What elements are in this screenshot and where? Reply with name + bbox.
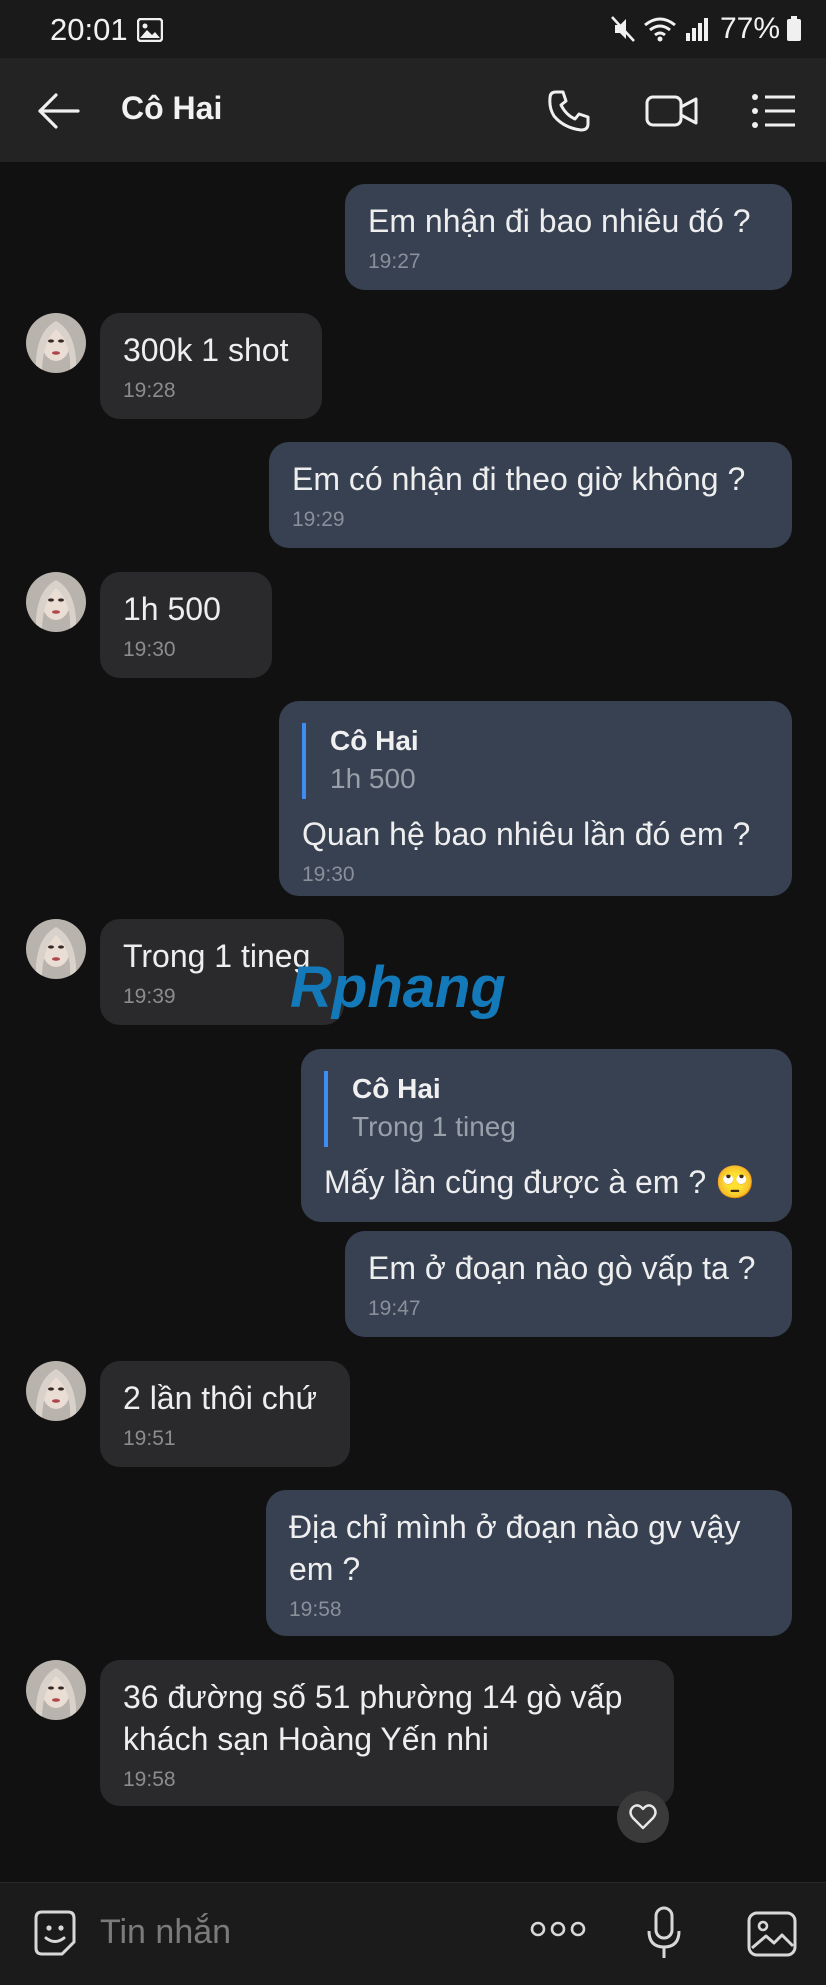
message-time: 19:51: [123, 1427, 176, 1450]
avatar[interactable]: [26, 572, 86, 632]
quoted-sender: Cô Hai: [352, 1073, 441, 1104]
message-time: 19:28: [123, 379, 176, 402]
message-input-bar: Tin nhắn: [0, 1882, 826, 1985]
chat-header: Cô Hai: [0, 58, 826, 162]
quoted-text: Trong 1 tineg: [352, 1111, 516, 1142]
message-time: 19:30: [123, 638, 176, 661]
status-time: 20:01: [50, 12, 128, 47]
status-icons: 77%: [610, 12, 802, 46]
avatar[interactable]: [26, 1361, 86, 1421]
watermark-text: Rphang: [290, 955, 506, 1020]
heart-reaction-button[interactable]: [617, 1791, 669, 1843]
emoji-sticker-icon[interactable]: [30, 1908, 80, 1958]
message-text-content: Mấy lần cũng được à em ?: [324, 1164, 707, 1200]
quoted-sender: Cô Hai: [330, 725, 419, 756]
message-text: 36 đường số 51 phường 14 gò vấp khách sạ…: [123, 1679, 623, 1757]
microphone-icon[interactable]: [646, 1905, 682, 1961]
back-arrow-icon[interactable]: [34, 88, 84, 134]
message-time: 19:58: [123, 1768, 176, 1791]
message-bubble-outgoing-reply[interactable]: Cô Hai Trong 1 tineg Mấy lần cũng được à…: [301, 1049, 792, 1222]
message-time: 19:47: [368, 1297, 421, 1320]
avatar-image: [26, 1660, 86, 1720]
eye-roll-emoji: 🙄: [715, 1164, 755, 1200]
message-bubble-outgoing-reply[interactable]: Cô Hai 1h 500 Quan hệ bao nhiêu lần đó e…: [279, 701, 792, 896]
avatar-image: [26, 919, 86, 979]
message-bubble-incoming[interactable]: 1h 500 19:30: [100, 572, 272, 678]
watermark-logo: Rphang: [290, 955, 506, 1020]
message-text: 2 lần thôi chứ: [123, 1380, 317, 1416]
voice-call-button[interactable]: [545, 88, 593, 134]
signal-icon: [685, 18, 708, 41]
video-camera-icon: [645, 95, 698, 127]
message-text: Em nhận đi bao nhiêu đó ?: [368, 203, 751, 239]
quoted-message[interactable]: Cô Hai 1h 500: [302, 723, 769, 799]
message-bubble-outgoing[interactable]: Em có nhận đi theo giờ không ? 19:29: [269, 442, 792, 548]
message-bubble-incoming[interactable]: 2 lần thôi chứ 19:51: [100, 1361, 350, 1467]
battery-icon: [787, 16, 801, 41]
menu-button[interactable]: [750, 88, 798, 134]
message-bubble-incoming[interactable]: 36 đường số 51 phường 14 gò vấp khách sạ…: [100, 1660, 674, 1806]
avatar-image: [26, 313, 86, 373]
message-text: Địa chỉ mình ở đoạn nào gv vậy em ?: [289, 1509, 741, 1587]
message-time: 19:27: [368, 250, 421, 273]
phone-icon: [548, 90, 590, 132]
video-call-button[interactable]: [644, 88, 700, 134]
avatar-image: [26, 1361, 86, 1421]
message-bubble-outgoing[interactable]: Em ở đoạn nào gò vấp ta ? 19:47: [345, 1231, 792, 1337]
heart-icon: [629, 1804, 657, 1830]
message-text: 1h 500: [123, 591, 221, 627]
message-bubble-incoming[interactable]: 300k 1 shot 19:28: [100, 313, 322, 419]
status-bar: 20:01 77%: [0, 0, 826, 58]
message-text: Em có nhận đi theo giờ không ?: [292, 461, 746, 497]
quoted-message[interactable]: Cô Hai Trong 1 tineg: [324, 1071, 769, 1147]
message-text: Em ở đoạn nào gò vấp ta ?: [368, 1250, 756, 1286]
avatar-image: [26, 572, 86, 632]
message-bubble-outgoing[interactable]: Địa chỉ mình ở đoạn nào gv vậy em ? 19:5…: [266, 1490, 792, 1636]
image-notification-icon: [137, 18, 163, 42]
avatar[interactable]: [26, 1660, 86, 1720]
avatar[interactable]: [26, 313, 86, 373]
message-text: 300k 1 shot: [123, 332, 289, 368]
message-bubble-outgoing[interactable]: Em nhận đi bao nhiêu đó ? 19:27: [345, 184, 792, 290]
message-input[interactable]: Tin nhắn: [100, 1913, 231, 1952]
list-menu-icon: [752, 94, 795, 128]
quoted-text: 1h 500: [330, 763, 416, 794]
message-text: Mấy lần cũng được à em ? 🙄: [324, 1161, 769, 1203]
message-time: 19:58: [289, 1598, 342, 1621]
contact-name[interactable]: Cô Hai: [121, 90, 222, 127]
message-time: 19:30: [302, 863, 355, 886]
mute-icon: [610, 16, 635, 42]
wifi-icon: [644, 17, 676, 42]
message-time: 19:29: [292, 508, 345, 531]
more-options-icon[interactable]: [530, 1919, 586, 1939]
message-text: Quan hệ bao nhiêu lần đó em ?: [302, 816, 751, 852]
battery-level: 77%: [719, 12, 780, 45]
gallery-icon[interactable]: [746, 1910, 798, 1958]
avatar[interactable]: [26, 919, 86, 979]
